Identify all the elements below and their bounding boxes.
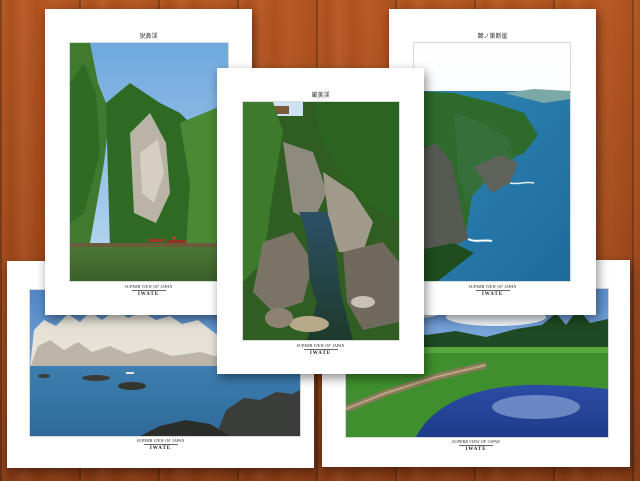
card-title: 鵜ノ巣断崖 xyxy=(477,33,508,40)
caption-prefecture: IWATE xyxy=(149,446,172,451)
caption-divider xyxy=(131,290,166,291)
caption-prefecture: IWATE xyxy=(465,447,487,452)
caption-subtitle: SUPERB VIEW OF JAPAN xyxy=(136,438,185,443)
poster-card-center: 厳美渓 SUPERB VIEW OF JAPAN IWATE xyxy=(217,68,424,374)
photo-gorge-river xyxy=(69,42,229,282)
card-title: 猊鼻渓 xyxy=(139,33,158,40)
caption-subtitle: SUPERB VIEW OF JAPAN xyxy=(452,439,500,444)
caption-divider xyxy=(459,445,493,446)
caption-bottom-left: SUPERB VIEW OF JAPAN IWATE xyxy=(7,438,314,452)
caption-subtitle: SUPERB VIEW OF JAPAN xyxy=(296,343,345,348)
caption-center: SUPERB VIEW OF JAPAN IWATE xyxy=(217,343,424,357)
caption-divider xyxy=(303,349,338,350)
caption-divider xyxy=(143,444,178,445)
caption-prefecture: IWATE xyxy=(309,351,332,356)
card-title: 厳美渓 xyxy=(311,92,330,99)
photo-sea-cliffs xyxy=(413,42,571,282)
photo-rocky-stream xyxy=(242,101,400,341)
caption-bottom-right: SUPERB VIEW OF JAPAN IWATE xyxy=(322,439,630,453)
caption-divider xyxy=(475,290,510,291)
